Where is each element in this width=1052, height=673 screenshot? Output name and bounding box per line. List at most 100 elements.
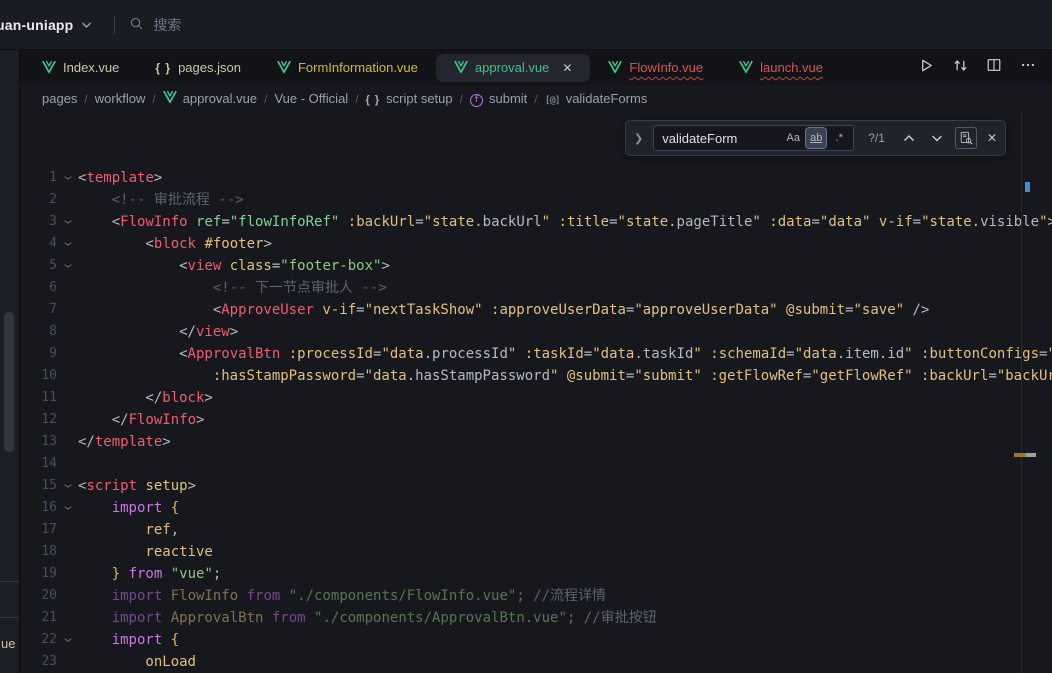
tab-FlowInfo.vue[interactable]: FlowInfo.vue (590, 54, 721, 82)
code-token: //审批按钮 (575, 610, 656, 626)
match-case-toggle[interactable]: Aa (783, 128, 803, 148)
code-line[interactable]: 18reactive (20, 541, 1052, 563)
fold-gutter (57, 277, 78, 299)
line-number[interactable]: 19 (20, 563, 57, 585)
code-token: "vue" (171, 566, 213, 582)
code-line[interactable]: 12</FlowInfo> (20, 409, 1052, 431)
line-number[interactable]: 12 (20, 409, 57, 431)
code-line[interactable]: 19} from "vue"; (20, 563, 1052, 585)
editor[interactable]: ❯ Aaab.* ?/1 ✕ (20, 112, 1052, 673)
code-line[interactable]: 22import { (20, 629, 1052, 651)
line-number[interactable]: 14 (20, 453, 57, 475)
code-line[interactable]: 10 :hasStampPassword="data.hasStampPasswo… (20, 365, 1052, 387)
line-number[interactable]: 16 (20, 497, 57, 519)
open-changes-button[interactable] (948, 56, 972, 80)
breadcrumb-item-workflow[interactable]: workflow (95, 91, 146, 106)
split-editor-button[interactable] (982, 56, 1006, 80)
project-name: uan-uniapp (0, 17, 73, 33)
breadcrumb-item-approval.vue[interactable]: approval.vue (163, 91, 257, 107)
fold-chevron-icon[interactable] (57, 497, 78, 519)
fold-gutter (57, 343, 78, 365)
more-icon (1020, 57, 1036, 78)
code-line[interactable]: 1 <template> (20, 167, 1052, 189)
fold-chevron-icon[interactable] (57, 629, 78, 651)
code-token: from (272, 610, 306, 626)
line-number[interactable]: 15 (20, 475, 57, 497)
tab-approval.vue[interactable]: approval.vue✕ (436, 54, 591, 82)
line-number[interactable]: 23 (20, 651, 57, 673)
code-line[interactable]: 23onLoad (20, 651, 1052, 673)
tab-pages.json[interactable]: { }pages.json (137, 54, 259, 82)
line-number[interactable]: 9 (20, 343, 57, 365)
code-token: FlowInfo (171, 588, 238, 604)
line-number[interactable]: 4 (20, 233, 57, 255)
code-line[interactable]: 5<view class="footer-box"> (20, 255, 1052, 277)
code-token: <!-- 下一节点审批人 --> (213, 280, 387, 296)
code-line[interactable]: 17ref, (20, 519, 1052, 541)
line-number[interactable]: 5 (20, 255, 57, 277)
run-button[interactable] (914, 56, 938, 80)
code-line[interactable]: 21import ApprovalBtn from "./components/… (20, 607, 1052, 629)
more-actions-button[interactable] (1016, 56, 1040, 80)
find-in-selection-button[interactable] (955, 127, 977, 149)
project-switcher[interactable]: uan-uniapp (0, 16, 92, 34)
line-number[interactable]: 7 (20, 299, 57, 321)
code-token: "data (795, 346, 837, 362)
breadcrumb-item-validateforms[interactable]: [@]validateForms (545, 91, 648, 106)
code-line[interactable]: 16import { (20, 497, 1052, 519)
breadcrumb-item-vue---official[interactable]: Vue - Official (274, 91, 348, 106)
code-token (238, 588, 246, 604)
tab-FormInformation.vue[interactable]: FormInformation.vue (259, 54, 436, 82)
sidebar-scrollbar-thumb[interactable] (4, 312, 14, 452)
line-number[interactable]: 2 (20, 189, 57, 211)
regex-toggle[interactable]: .* (829, 128, 849, 148)
toggle-replace-icon[interactable]: ❯ (632, 132, 645, 145)
line-number[interactable]: 8 (20, 321, 57, 343)
code-token: = (356, 368, 364, 384)
fold-chevron-icon[interactable] (57, 255, 78, 277)
tab-launch.vue[interactable]: launch.vue (721, 54, 841, 82)
find-previous-button[interactable] (899, 128, 919, 148)
fold-chevron-icon[interactable] (57, 167, 78, 189)
code-line[interactable]: 9<ApprovalBtn :processId="data.processId… (20, 343, 1052, 365)
code-line[interactable]: 14 (20, 453, 1052, 475)
code-line[interactable]: 7<ApproveUser v-if="nextTaskShow" :appro… (20, 299, 1052, 321)
line-number[interactable]: 13 (20, 431, 57, 453)
breadcrumb-item-pages[interactable]: pages (42, 91, 77, 106)
line-number[interactable]: 11 (20, 387, 57, 409)
code-line-content: <template> (78, 167, 1052, 189)
find-next-button[interactable] (927, 128, 947, 148)
line-number[interactable]: 3 (20, 211, 57, 233)
global-search[interactable]: 搜索 (129, 15, 181, 35)
whole-word-toggle[interactable]: ab (806, 128, 826, 148)
code-line[interactable]: 11</block> (20, 387, 1052, 409)
tab-Index.vue[interactable]: Index.vue (24, 54, 137, 82)
line-number[interactable]: 20 (20, 585, 57, 607)
code-line[interactable]: 2<!-- 审批流程 --> (20, 189, 1052, 211)
code-line[interactable]: 15<script setup> (20, 475, 1052, 497)
code-line[interactable]: 6 <!-- 下一节点审批人 --> (20, 277, 1052, 299)
close-icon[interactable]: ✕ (562, 61, 572, 75)
line-number[interactable]: 18 (20, 541, 57, 563)
close-icon[interactable]: ✕ (987, 131, 997, 145)
find-input[interactable] (662, 131, 780, 146)
breadcrumb-item-submit[interactable]: fsubmit (470, 90, 527, 107)
line-number[interactable]: 6 (20, 277, 57, 299)
code-line[interactable]: 8</view> (20, 321, 1052, 343)
code-line-content: :hasStampPassword="data.hasStampPassword… (78, 365, 1052, 387)
code-line[interactable]: 4<block #footer> (20, 233, 1052, 255)
fold-chevron-icon[interactable] (57, 475, 78, 497)
code-token: ApprovalBtn (171, 610, 264, 626)
breadcrumb-item-script-setup[interactable]: { }script setup (366, 91, 453, 106)
line-number[interactable]: 22 (20, 629, 57, 651)
code-line[interactable]: 13</template> (20, 431, 1052, 453)
line-number[interactable]: 21 (20, 607, 57, 629)
code-line[interactable]: 3<FlowInfo ref="flowInfoRef" :backUrl="s… (20, 211, 1052, 233)
line-number[interactable]: 1 (20, 167, 57, 189)
code-line[interactable]: 20import FlowInfo from "./components/Flo… (20, 585, 1052, 607)
line-number[interactable]: 10 (20, 365, 57, 387)
fold-chevron-icon[interactable] (57, 211, 78, 233)
sidebar-text-fragment: ue (1, 636, 15, 651)
fold-chevron-icon[interactable] (57, 233, 78, 255)
line-number[interactable]: 17 (20, 519, 57, 541)
